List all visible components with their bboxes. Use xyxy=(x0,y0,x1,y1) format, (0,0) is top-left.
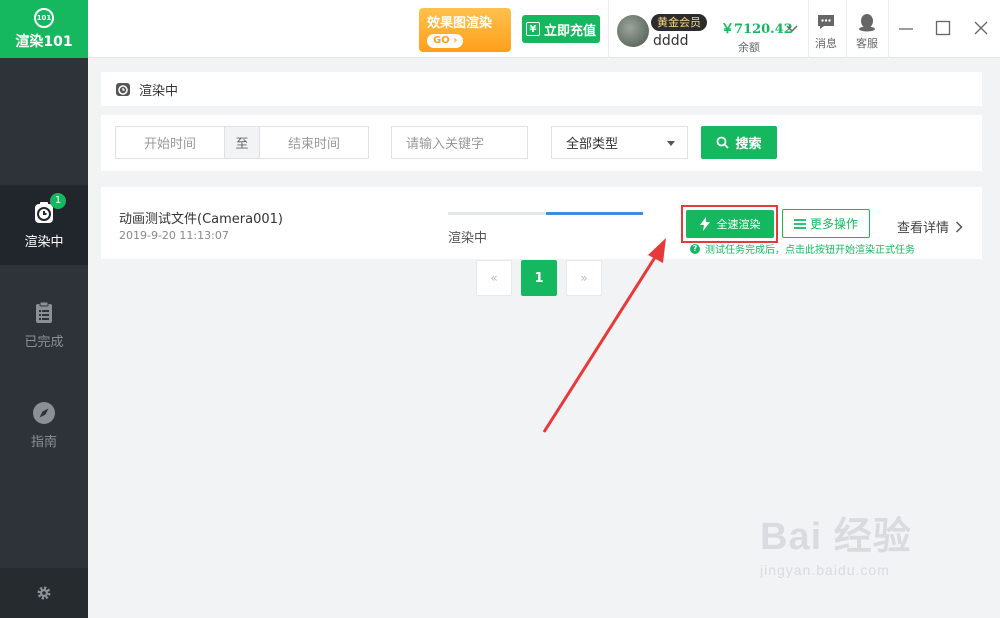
task-time: 2019-9-20 11:13:07 xyxy=(119,229,229,242)
filter-bar: 开始时间 至 结束时间 请输入关键字 全部类型 搜索 xyxy=(101,115,982,171)
date-range-separator: 至 xyxy=(224,127,260,158)
chevron-down-icon[interactable] xyxy=(785,24,799,34)
sidebar: 101 渲染101 1 渲染中 已完成 指南 xyxy=(0,0,88,618)
task-name: 动画测试文件(Camera001) xyxy=(119,212,283,227)
render-hint: ? 测试任务完成后，点击此按钮开始渲染正式任务 xyxy=(690,241,915,256)
lightning-icon xyxy=(699,217,710,231)
maximize-icon[interactable] xyxy=(935,20,951,36)
sidebar-item-label: 渲染中 xyxy=(24,234,64,250)
breadcrumb: 渲染中 xyxy=(101,72,982,106)
task-status: 渲染中 xyxy=(448,231,488,246)
balance-label: 余额 xyxy=(738,41,760,54)
start-date-input[interactable]: 开始时间 xyxy=(116,127,224,158)
render-promo-banner[interactable]: 效果图渲染 GO › xyxy=(419,8,511,52)
watermark-url: jingyan.baidu.com xyxy=(760,562,890,578)
username: dddd xyxy=(653,33,689,49)
minimize-icon[interactable] xyxy=(898,20,914,36)
promo-go-button[interactable]: GO › xyxy=(427,34,464,48)
app-logo[interactable]: 101 渲染101 xyxy=(0,0,88,58)
support-label: 客服 xyxy=(856,37,878,50)
render-hint-text: 测试任务完成后，点击此按钮开始渲染正式任务 xyxy=(705,245,915,256)
settings-button[interactable] xyxy=(0,568,88,618)
clock-icon xyxy=(116,83,130,96)
more-operations-label: 更多操作 xyxy=(809,217,858,231)
recharge-button[interactable]: ¥ 立即充值 xyxy=(522,15,600,43)
full-render-button[interactable]: 全速渲染 xyxy=(686,210,774,238)
support-button[interactable]: 客服 xyxy=(850,12,884,51)
watermark-main: Bai 经验 xyxy=(760,516,912,558)
caret-down-icon xyxy=(667,141,675,146)
logo-text: 渲染101 xyxy=(15,33,73,50)
clipboard-icon xyxy=(32,301,56,325)
page-title: 渲染中 xyxy=(139,83,179,99)
avatar[interactable] xyxy=(617,15,649,47)
messages-button[interactable]: 消息 xyxy=(809,12,843,51)
compass-icon xyxy=(32,401,56,425)
pagination-prev[interactable]: « xyxy=(476,260,512,296)
menu-icon xyxy=(793,218,806,229)
sidebar-item-label: 指南 xyxy=(30,434,57,450)
date-range-picker: 开始时间 至 结束时间 xyxy=(115,126,369,159)
search-button[interactable]: 搜索 xyxy=(701,126,777,159)
balance: ￥7120.42 余额 xyxy=(721,18,793,55)
top-bar: 效果图渲染 GO › ¥ 立即充值 黄金会员 dddd ￥7120.42 余额 … xyxy=(88,0,1000,58)
type-select-value: 全部类型 xyxy=(566,137,619,152)
sidebar-item-label: 已完成 xyxy=(24,334,64,350)
rendering-count-badge: 1 xyxy=(50,192,66,209)
view-details-label: 查看详情 xyxy=(897,221,950,236)
clock-icon: 1 xyxy=(32,192,66,225)
keyword-input[interactable]: 请输入关键字 xyxy=(391,126,528,159)
message-icon xyxy=(818,15,834,29)
search-label: 搜索 xyxy=(735,137,762,152)
gear-icon xyxy=(37,586,51,600)
task-progress-bar xyxy=(448,212,643,215)
close-icon[interactable] xyxy=(973,20,989,36)
sidebar-item-completed[interactable]: 已完成 xyxy=(0,285,88,365)
watermark: Bai 经验 jingyan.baidu.com xyxy=(760,505,912,578)
sidebar-item-guide[interactable]: 指南 xyxy=(0,385,88,465)
chevron-right-icon xyxy=(955,220,963,233)
promo-go-label: GO xyxy=(433,35,450,46)
more-operations-button[interactable]: 更多操作 xyxy=(782,209,870,238)
annotation-arrow xyxy=(542,238,666,433)
divider xyxy=(608,0,609,58)
yen-icon: ¥ xyxy=(525,22,540,36)
logo-mark: 101 xyxy=(34,7,54,28)
messages-label: 消息 xyxy=(815,37,837,50)
penguin-icon xyxy=(859,14,875,32)
view-details-link[interactable]: 查看详情 xyxy=(897,217,963,236)
task-progress-fill xyxy=(545,212,643,215)
vip-badge: 黄金会员 xyxy=(651,14,707,31)
search-icon xyxy=(717,136,730,149)
full-render-label: 全速渲染 xyxy=(716,218,761,231)
balance-amount: ￥7120.42 xyxy=(721,22,793,37)
type-select[interactable]: 全部类型 xyxy=(551,126,688,159)
question-icon: ? xyxy=(690,243,700,254)
promo-title: 效果图渲染 xyxy=(427,16,493,31)
sidebar-item-rendering[interactable]: 1 渲染中 xyxy=(0,185,88,265)
divider xyxy=(888,0,889,58)
divider xyxy=(846,0,847,58)
recharge-label: 立即充值 xyxy=(543,23,596,39)
end-date-input[interactable]: 结束时间 xyxy=(260,127,368,158)
